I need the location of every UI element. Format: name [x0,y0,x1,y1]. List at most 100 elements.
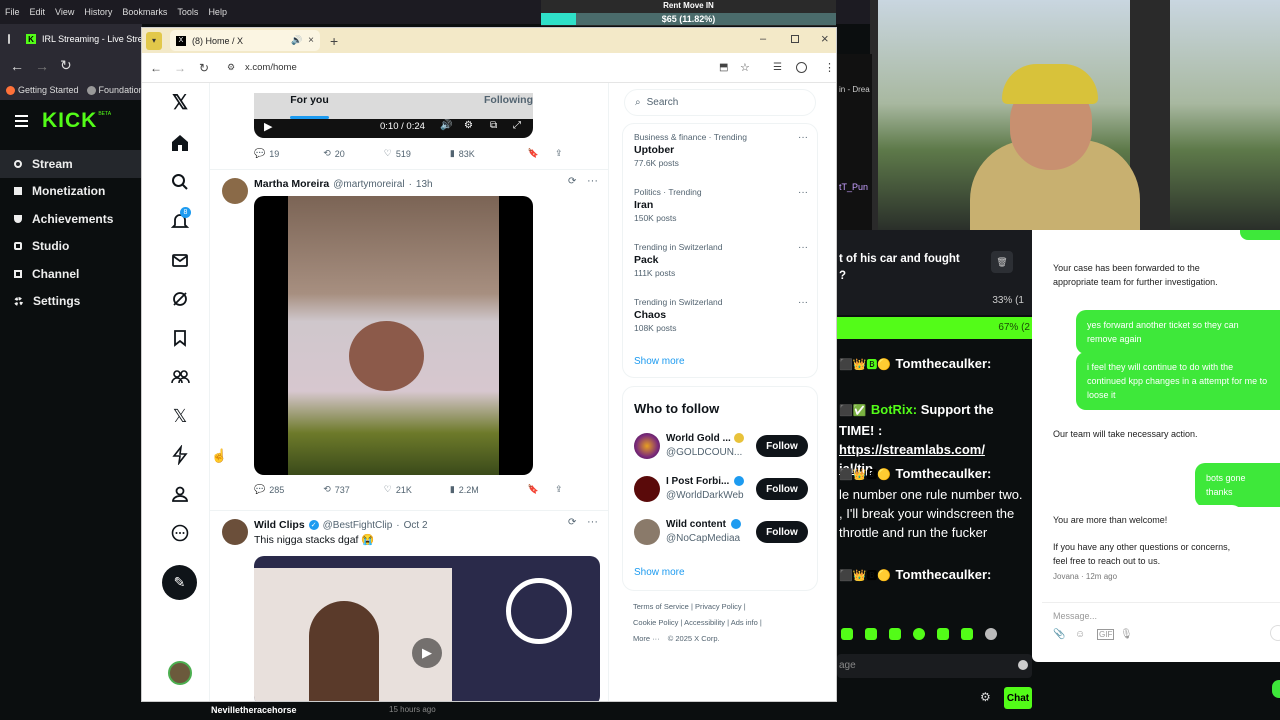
communities-icon[interactable] [170,367,190,387]
tweet-time[interactable]: 13h [416,179,433,190]
menu-file[interactable]: File [5,7,20,17]
follow-show-more[interactable]: Show more [634,567,685,578]
kick-nav-stream[interactable]: Stream [0,150,142,178]
trend-item[interactable]: Trending in Switzerland Pack 111K posts … [634,242,814,292]
profile-icon[interactable] [796,62,807,73]
tweet-video[interactable] [254,196,533,475]
window-close-icon[interactable]: × [821,31,829,46]
x-tab[interactable]: X (8) Home / X 🔊 × [170,30,320,51]
avatar[interactable] [634,519,660,545]
tweet-2[interactable]: Martha Moreira @martymoreiral · 13h ⟳ ··… [210,170,608,510]
tweet-3[interactable]: Wild Clips ✓ @BestFightClip · Oct 2 ⟳ ··… [210,511,608,701]
bookmark-foundation[interactable]: Foundation [86,85,142,95]
chat-message[interactable]: ⬛👑🅱🟡 Tomthecaulker: [839,355,1029,373]
home-icon[interactable] [170,133,190,153]
retweet-icon[interactable]: ⟲ [323,484,331,495]
maximize-icon[interactable] [791,35,799,43]
outer-tab[interactable]: K IRL Streaming - Live Stre [26,34,143,44]
tweet-more-icon[interactable]: ··· [587,516,598,528]
tab-following[interactable]: Following [409,94,608,106]
emote-icon[interactable] [841,628,853,640]
reload-icon[interactable]: ↻ [60,57,72,74]
like-icon[interactable]: ♡ [384,148,392,159]
follow-suggestion[interactable]: I Post Forbi... @WorldDarkWeb Follow [634,474,808,508]
avatar[interactable] [634,476,660,502]
kick-nav-channel[interactable]: Channel [0,260,142,288]
video-settings-icon[interactable]: ⚙ [464,120,473,131]
menu-help[interactable]: Help [208,7,227,17]
like-icon[interactable]: ♡ [384,484,392,495]
grok-explain-icon[interactable]: ⟳ [568,517,576,528]
profile-person-icon[interactable] [170,484,190,504]
kick-nav-studio[interactable]: Studio [0,233,142,261]
url-field[interactable]: x.com/home [245,62,297,73]
kick-nav-achievements[interactable]: Achievements [0,205,142,233]
attach-icon[interactable]: 📎 [1053,629,1065,640]
footer-accessibility[interactable]: Accessibility [684,618,725,627]
sms-input[interactable]: Message... 📎 ☺ GIF 🎙 [1042,602,1280,652]
footer-terms[interactable]: Terms of Service [633,602,689,611]
delete-icon[interactable]: 🗑 [991,251,1013,273]
follow-button[interactable]: Follow [756,521,808,543]
gif-icon[interactable]: GIF [1097,629,1115,640]
x-logo-icon[interactable]: 𝕏 [170,93,190,113]
minimize-icon[interactable]: – [760,33,766,45]
x-back-icon[interactable]: ← [150,61,162,75]
menu-bookmarks[interactable]: Bookmarks [122,7,167,17]
trend-item[interactable]: Trending in Switzerland Chaos 108K posts… [634,297,814,347]
views-icon[interactable]: ▮ [450,484,455,495]
share-icon[interactable]: ⇪ [555,484,563,495]
kick-logo[interactable]: KICK BETA [42,109,111,133]
menu-edit[interactable]: Edit [30,7,46,17]
messages-mail-icon[interactable] [170,250,190,270]
tweet-time[interactable]: Oct 2 [404,520,428,531]
install-icon[interactable]: ⬒ [719,62,728,73]
tab-for-you[interactable]: For you [210,94,409,106]
bookmark-icon[interactable]: 🔖 [528,484,539,495]
emote-icon[interactable] [985,628,997,640]
follow-suggestion[interactable]: Wild content @NoCapMediaa Follow [634,517,808,551]
browser-menu-icon[interactable]: ⋮ [824,61,835,74]
video-play-icon[interactable]: ▶ [412,638,442,668]
emote-icon[interactable] [913,628,925,640]
extensions-icon[interactable]: ☰ [773,62,782,73]
emote-icon[interactable] [937,628,949,640]
search-box[interactable]: ⌕ Search [624,89,816,116]
views-icon[interactable]: ▮ [450,148,455,159]
x-reload-icon[interactable]: ↻ [199,61,209,75]
tweet-author-handle[interactable]: @martymoreiral [333,179,404,190]
menu-history[interactable]: History [84,7,112,17]
footer-more[interactable]: More ··· [633,634,660,643]
chat-send-button[interactable]: Chat [1004,687,1032,709]
notifications-bell-icon[interactable]: 8 [170,207,191,231]
chat-input[interactable]: age [837,654,1032,678]
trend-more-icon[interactable]: ··· [798,242,808,253]
tabs-list-icon[interactable] [8,34,10,44]
trend-more-icon[interactable]: ··· [798,132,808,143]
fullscreen-icon[interactable]: ⤢ [513,120,521,131]
chat-link[interactable]: https://streamlabs.com/ [839,442,985,457]
chat-message[interactable]: ⬛👑🅱🟡 Tomthecaulker: [839,566,1029,584]
avatar[interactable] [222,519,248,545]
emote-icon[interactable] [961,628,973,640]
grok-icon[interactable] [170,289,190,309]
mic-icon[interactable]: 🎙 [1120,629,1133,640]
tweet-video[interactable]: ▶ [254,556,600,701]
emoji-icon[interactable]: ☺ [1075,629,1085,640]
avatar[interactable] [634,433,660,459]
kick-nav-settings[interactable]: Settings [0,288,142,316]
chat-message[interactable]: ⬛👑🅱🟡 Tomthecaulker: le number one rule n… [839,464,1029,542]
menu-tools[interactable]: Tools [177,7,198,17]
emote-icon[interactable] [889,628,901,640]
reply-icon[interactable]: 💬 [254,484,265,495]
footer-ads[interactable]: Ads info [731,618,758,627]
grok-explain-icon[interactable]: ⟳ [568,176,576,187]
more-circle-icon[interactable] [170,523,190,543]
tab-dropdown-button[interactable]: ▾ [146,31,162,50]
forward-arrow-icon[interactable]: → [35,58,49,74]
tweet-author-name[interactable]: Martha Moreira [254,178,329,190]
menu-view[interactable]: View [55,7,74,17]
bookmark-star-icon[interactable]: ☆ [740,61,750,74]
emoji-picker-icon[interactable] [1018,660,1028,670]
speaker-icon[interactable]: 🔊 [291,35,302,46]
